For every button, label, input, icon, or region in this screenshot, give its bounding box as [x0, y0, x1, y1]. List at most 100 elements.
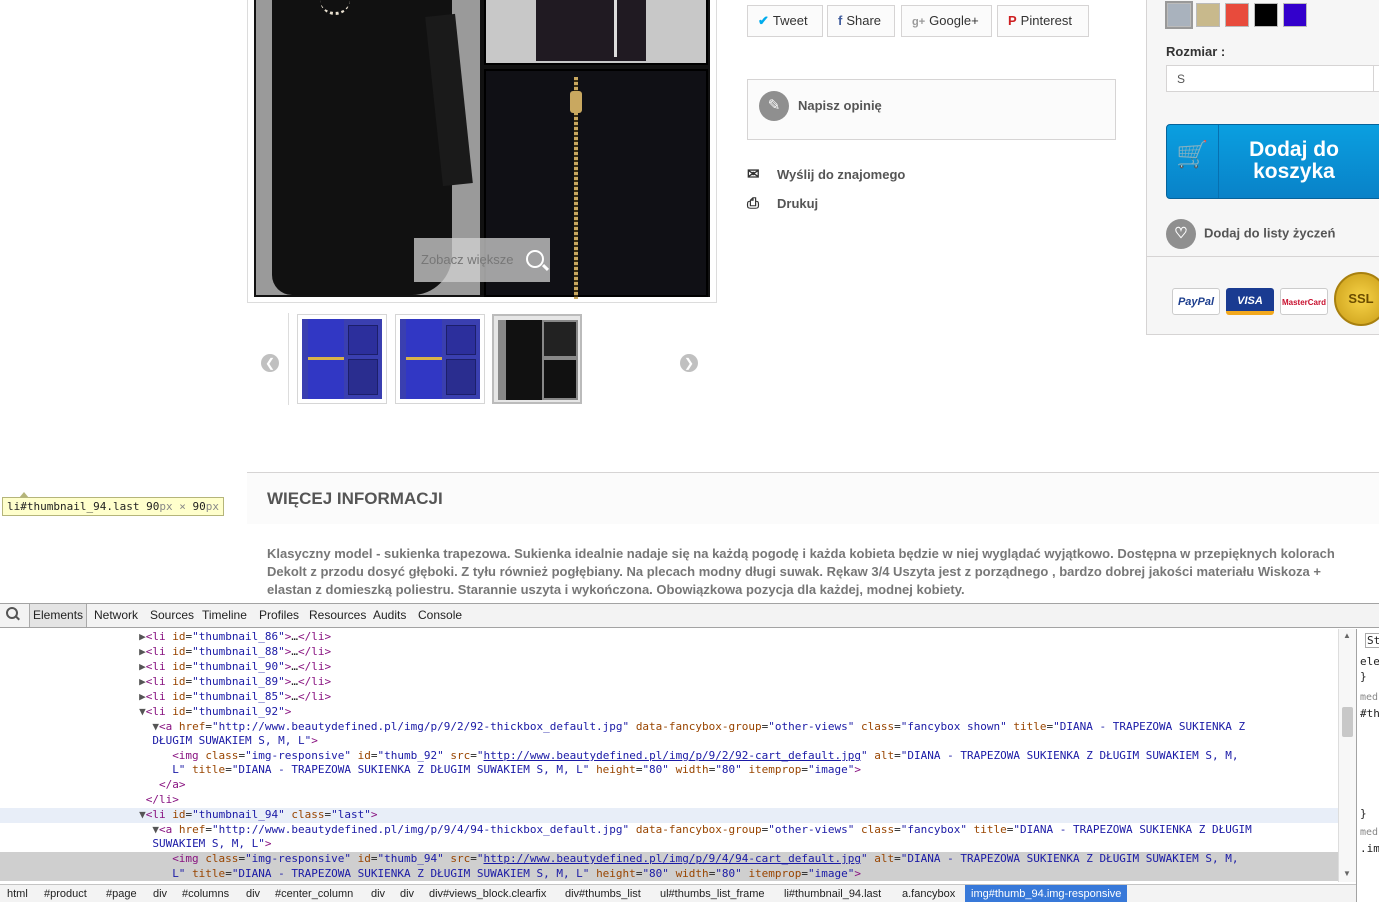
more-info-section: WIĘCEJ INFORMACJI: [247, 472, 1379, 524]
tweet-label: Tweet: [772, 13, 808, 28]
crumb[interactable]: div: [371, 885, 385, 902]
mastercard-logo: MasterCard: [1280, 288, 1328, 315]
facebook-share-button[interactable]: f Share: [827, 5, 895, 37]
more-info-title: WIĘCEJ INFORMACJI: [267, 489, 443, 508]
crumb[interactable]: #columns: [182, 885, 229, 902]
send-to-friend-link[interactable]: ✉ Wyślij do znajomego: [747, 165, 905, 183]
crumb[interactable]: a.fancybox: [902, 885, 955, 902]
dom-node[interactable]: ▼<a href="http://www.beautydefined.pl/im…: [0, 823, 1338, 838]
shopping-cart-icon: 🛒: [1167, 125, 1219, 198]
dom-node-selected[interactable]: <img class="img-responsive" id="thumb_94…: [0, 852, 1338, 881]
crumb[interactable]: div#views_block.clearfix: [429, 885, 546, 902]
devtools-panel: Elements Network Sources Timeline Profil…: [0, 603, 1379, 902]
pinterest-button[interactable]: P Pinterest: [997, 5, 1089, 37]
thumbs-next-button[interactable]: ❯: [680, 354, 698, 372]
zoom-button[interactable]: Zobacz większe: [414, 238, 550, 282]
add-to-cart-button[interactable]: 🛒 Dodaj do koszyka: [1166, 124, 1379, 199]
dom-node[interactable]: </a>: [0, 778, 1338, 793]
styles-pane: St ele } med #th } med .im: [1356, 629, 1379, 902]
tooltip-height: 90: [192, 500, 206, 513]
google-plus-icon: g+: [912, 16, 926, 28]
twitter-icon: ✔: [758, 13, 769, 28]
print-link[interactable]: ⎙ Drukuj: [747, 195, 818, 212]
crumb[interactable]: #page: [106, 885, 137, 902]
dom-node-hovered[interactable]: ▼<li id="thumbnail_94" class="last">: [0, 808, 1338, 823]
color-swatch-red[interactable]: [1225, 3, 1249, 27]
add-to-cart-label: Dodaj do koszyka: [1249, 138, 1339, 183]
tab-resources[interactable]: Resources: [309, 604, 366, 627]
pinterest-icon: P: [1008, 13, 1017, 28]
tab-profiles[interactable]: Profiles: [259, 604, 299, 627]
zoom-label: Zobacz większe: [421, 252, 514, 267]
crumb[interactable]: li#thumbnail_94.last: [784, 885, 881, 902]
thumbnail[interactable]: [395, 314, 485, 404]
dress-back-photo: [484, 0, 708, 65]
google-plus-button[interactable]: g+ Google+: [901, 5, 992, 37]
devtools-tabbar: Elements Network Sources Timeline Profil…: [0, 604, 1379, 628]
tweet-button[interactable]: ✔ Tweet: [747, 5, 823, 37]
crumb[interactable]: div: [153, 885, 167, 902]
size-value: S: [1177, 72, 1186, 86]
write-review-label: Napisz opinię: [798, 98, 882, 113]
zoom-in-icon: [526, 250, 544, 268]
wishlist-label: Dodaj do listy życzeń: [1204, 225, 1336, 241]
add-to-wishlist-link[interactable]: ♡ Dodaj do listy życzeń: [1166, 219, 1335, 249]
crumb[interactable]: html: [7, 885, 28, 902]
dom-node[interactable]: ▼<li id="thumbnail_92">: [0, 705, 1338, 720]
paypal-logo: PayPal: [1172, 288, 1220, 315]
google-plus-label: Google+: [929, 13, 979, 28]
scroll-up-icon[interactable]: ▲: [1343, 631, 1351, 640]
tab-audits[interactable]: Audits: [373, 604, 406, 627]
crumb-active[interactable]: img#thumb_94.img-responsive: [965, 885, 1128, 902]
dom-tree: ▶<li id="thumbnail_86">…</li> ▶<li id="t…: [0, 629, 1338, 881]
tab-timeline[interactable]: Timeline: [202, 604, 247, 627]
color-swatch-beige[interactable]: [1196, 3, 1220, 27]
breadcrumb: html #product #page div #columns div #ce…: [0, 884, 1356, 902]
crumb[interactable]: #product: [44, 885, 87, 902]
heart-icon: ♡: [1166, 219, 1196, 249]
size-select[interactable]: S ▼: [1166, 65, 1379, 92]
dom-node[interactable]: ▶<li id="thumbnail_88">…</li>: [0, 645, 1338, 660]
crumb[interactable]: div#thumbs_list: [565, 885, 641, 902]
dom-node[interactable]: </li>: [0, 793, 1338, 808]
dom-node[interactable]: ▶<li id="thumbnail_90">…</li>: [0, 660, 1338, 675]
dom-tree-scrollbar[interactable]: ▲ ▼: [1338, 629, 1356, 882]
print-label: Drukuj: [777, 196, 819, 211]
crumb[interactable]: #center_column: [275, 885, 353, 902]
dom-node: SUWAKIEM S, M, L">: [152, 837, 272, 850]
color-swatch-blue[interactable]: [1283, 3, 1307, 27]
buybox-divider: [1146, 256, 1379, 257]
share-label: Share: [846, 13, 882, 28]
dom-node[interactable]: ▼<a href="http://www.beautydefined.pl/im…: [0, 720, 1338, 735]
tab-elements[interactable]: Elements: [29, 604, 88, 627]
tab-sources[interactable]: Sources: [150, 604, 194, 627]
write-review-button[interactable]: ✎ Napisz opinię: [747, 79, 1116, 140]
scrollbar-thumb[interactable]: [1342, 707, 1353, 737]
chevron-right-icon: ❯: [683, 356, 695, 370]
size-label: Rozmiar :: [1166, 44, 1226, 59]
dom-node[interactable]: <img class="img-responsive" id="thumb_92…: [0, 749, 1338, 764]
crumb[interactable]: ul#thumbs_list_frame: [660, 885, 765, 902]
dom-node[interactable]: ▶<li id="thumbnail_89">…</li>: [0, 675, 1338, 690]
dom-node[interactable]: ▶<li id="thumbnail_85">…</li>: [0, 690, 1338, 705]
facebook-icon: f: [838, 13, 843, 28]
thumbnail[interactable]: [297, 314, 387, 404]
thumbs-frame-edge: [288, 313, 292, 405]
pencil-icon: ✎: [759, 91, 789, 121]
color-swatch-grey[interactable]: [1165, 1, 1193, 29]
tab-console[interactable]: Console: [418, 604, 462, 627]
inspect-search-icon[interactable]: [6, 607, 20, 621]
dom-node[interactable]: ▶<li id="thumbnail_86">…</li>: [0, 630, 1338, 645]
thumbs-prev-button[interactable]: ❮: [261, 354, 279, 372]
printer-icon: ⎙: [747, 195, 760, 212]
tab-network[interactable]: Network: [94, 604, 138, 627]
pinterest-label: Pinterest: [1020, 13, 1072, 28]
color-swatch-black[interactable]: [1254, 3, 1278, 27]
scroll-down-icon[interactable]: ▼: [1343, 869, 1351, 878]
inspector-tooltip: li#thumbnail_94.last 90px × 90px: [2, 492, 224, 516]
crumb[interactable]: div: [246, 885, 260, 902]
thumbnail-selected[interactable]: [492, 314, 582, 404]
visa-logo: VISA: [1226, 288, 1274, 315]
crumb[interactable]: div: [400, 885, 414, 902]
product-description: Klasyczny model - sukienka trapezowa. Su…: [267, 546, 1335, 597]
